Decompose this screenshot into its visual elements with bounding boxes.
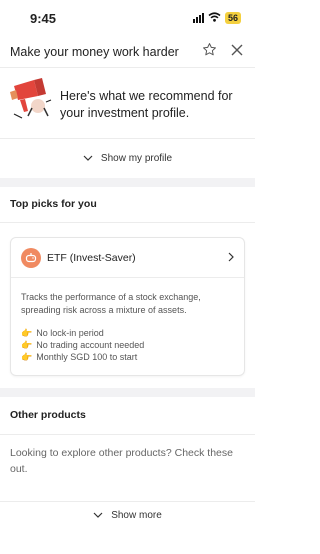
- show-profile-label: Show my profile: [100, 153, 173, 164]
- chevron-down-icon: [83, 153, 93, 164]
- product-card: ETF (Invest-Saver) Tracks the performanc…: [10, 237, 245, 376]
- wifi-icon: [208, 9, 221, 27]
- show-profile-button[interactable]: Show my profile: [0, 138, 255, 178]
- product-feature: 👉 No trading account needed: [21, 339, 234, 351]
- pointing-hand-icon: 👉: [21, 328, 33, 338]
- section-divider: [0, 388, 255, 397]
- status-time: 9:45: [30, 10, 57, 26]
- piggy-bank-icon: [21, 247, 41, 268]
- product-feature-text: Monthly SGD 100 to start: [36, 352, 138, 362]
- recommendation-text: Here's what we recommend for your invest…: [60, 89, 233, 120]
- pointing-hand-icon: 👉: [21, 352, 33, 362]
- product-card-body: Tracks the performance of a stock exchan…: [11, 278, 244, 375]
- other-products-title: Other products: [0, 397, 255, 435]
- product-feature-text: No lock-in period: [36, 328, 104, 338]
- battery-indicator: 56: [224, 12, 241, 24]
- megaphone-illustration-icon: [8, 78, 52, 120]
- show-more-button[interactable]: Show more: [0, 501, 255, 521]
- star-icon[interactable]: [202, 42, 217, 62]
- section-divider: [0, 178, 255, 187]
- product-feature: 👉 Monthly SGD 100 to start: [21, 351, 234, 363]
- page-title: Make your money work harder: [10, 44, 179, 59]
- top-picks-section: ETF (Invest-Saver) Tracks the performanc…: [0, 223, 255, 388]
- header: Make your money work harder: [0, 36, 255, 68]
- product-card-title: ETF (Invest-Saver): [47, 251, 136, 264]
- show-more-label: Show more: [111, 510, 162, 521]
- other-products-description: Looking to explore other products? Check…: [10, 447, 233, 475]
- pointing-hand-icon: 👉: [21, 340, 33, 350]
- product-card-header[interactable]: ETF (Invest-Saver): [11, 238, 244, 278]
- product-feature: 👉 No lock-in period: [21, 327, 234, 339]
- signal-icon: [192, 13, 204, 23]
- product-feature-text: No trading account needed: [36, 340, 145, 350]
- chevron-right-icon: [228, 249, 234, 267]
- status-icons: 56: [192, 9, 241, 27]
- close-icon[interactable]: [231, 43, 243, 61]
- recommendation-banner: Here's what we recommend for your invest…: [0, 68, 255, 138]
- product-description: Tracks the performance of a stock exchan…: [21, 292, 201, 315]
- top-picks-title: Top picks for you: [0, 187, 255, 223]
- status-bar: 9:45 56: [0, 0, 255, 36]
- chevron-down-icon: [93, 510, 103, 521]
